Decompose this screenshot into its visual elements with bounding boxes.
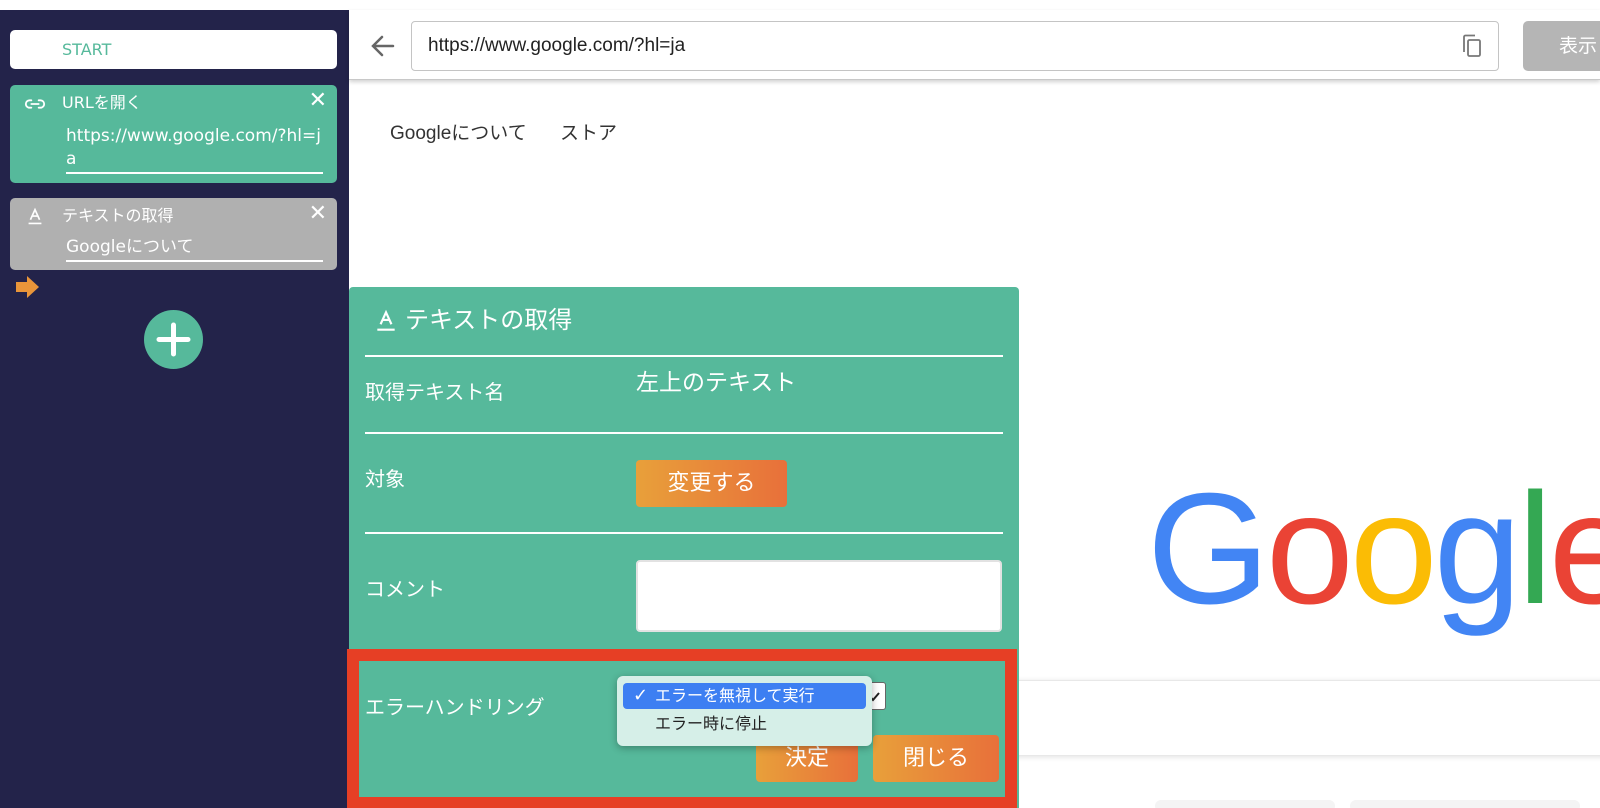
text-name-label: 取得テキスト名	[365, 380, 505, 404]
logo-letter: e	[1549, 485, 1600, 637]
divider	[365, 432, 1003, 434]
logo-letter: o	[1350, 485, 1434, 637]
text-format-icon	[377, 309, 395, 331]
error-handling-dropdown[interactable]: ✓ エラーを無視して実行 エラー時に停止	[617, 676, 872, 746]
comment-textarea[interactable]	[636, 560, 1002, 632]
step-title: URLを開く	[62, 93, 142, 112]
close-icon[interactable]: ✕	[309, 89, 327, 113]
change-target-button[interactable]: 変更する	[636, 460, 787, 507]
link-icon	[24, 99, 46, 109]
close-button[interactable]: 閉じる	[873, 735, 999, 782]
arrow-right-icon	[16, 276, 39, 298]
copy-icon[interactable]	[1461, 34, 1483, 58]
dialog-header: テキストの取得	[373, 305, 572, 335]
start-node[interactable]: START	[10, 30, 337, 69]
plus-icon	[156, 322, 191, 357]
lucky-button[interactable]	[1350, 800, 1580, 808]
logo-letter: G	[1147, 485, 1266, 637]
google-logo: Google	[1147, 485, 1600, 637]
svg-text:Google: Google	[1147, 485, 1600, 637]
comment-label: コメント	[365, 577, 445, 601]
show-button[interactable]: 表示	[1523, 21, 1600, 71]
checkmark-icon: ✓	[633, 685, 649, 706]
search-button[interactable]	[1155, 800, 1335, 808]
browser-toolbar: 表示	[349, 10, 1600, 80]
google-top-nav: Googleについて ストア	[390, 118, 645, 145]
divider	[365, 355, 1003, 357]
dialog-title: テキストの取得	[405, 306, 573, 334]
workflow-sidebar: START URLを開く ✕ https://www.google.com/?h…	[0, 10, 349, 808]
option-ignore-error[interactable]: ✓ エラーを無視して実行	[623, 683, 866, 709]
add-step-button[interactable]	[144, 310, 203, 369]
nav-link-store[interactable]: ストア	[560, 123, 617, 144]
text-format-icon	[28, 207, 42, 225]
divider	[365, 532, 1003, 534]
step-title: テキストの取得	[62, 206, 174, 225]
option-label: エラーを無視して実行	[655, 686, 815, 705]
step-value[interactable]: https://www.google.com/?hl=ja	[66, 125, 323, 174]
url-input[interactable]	[411, 21, 1499, 71]
google-search-bar[interactable]	[1006, 680, 1600, 756]
target-label: 対象	[365, 467, 405, 491]
step-value[interactable]: Googleについて	[66, 236, 323, 262]
logo-letter: g	[1434, 485, 1518, 637]
option-stop-on-error[interactable]: エラー時に停止	[623, 711, 866, 737]
back-arrow-icon[interactable]	[369, 32, 397, 60]
close-icon[interactable]: ✕	[309, 202, 327, 226]
text-name-value[interactable]: 左上のテキスト	[636, 363, 796, 397]
step-card-open-url[interactable]: URLを開く ✕ https://www.google.com/?hl=ja	[10, 85, 337, 183]
logo-letter: l	[1518, 485, 1549, 637]
step-card-get-text[interactable]: テキストの取得 ✕ Googleについて	[10, 198, 337, 270]
option-label: エラー時に停止	[655, 714, 768, 733]
nav-link-about[interactable]: Googleについて	[390, 123, 527, 144]
logo-letter: o	[1266, 485, 1350, 637]
